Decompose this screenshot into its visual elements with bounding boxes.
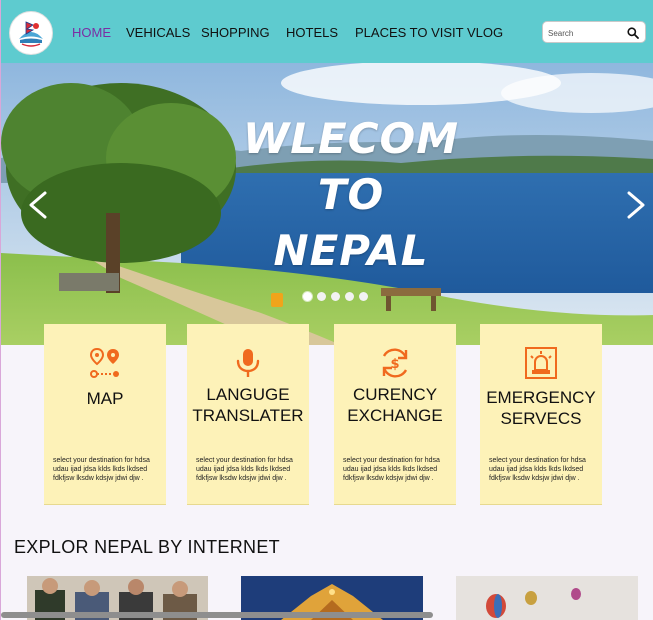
slider-next-arrow-icon[interactable] — [621, 185, 651, 225]
card-title: MAP — [44, 388, 166, 409]
nav-shopping[interactable]: SHOPPING — [201, 25, 270, 40]
nav-places-to-visit[interactable]: PLACES TO VISIT — [355, 25, 464, 40]
card-title-line: EMERGENCY — [486, 388, 596, 407]
card-title-line: SERVECS — [500, 409, 582, 428]
emergency-siren-icon — [525, 347, 557, 379]
slider-dot[interactable] — [359, 292, 368, 301]
card-title: LANGUGE TRANSLATER — [187, 384, 309, 426]
horizontal-scrollbar[interactable] — [1, 612, 433, 618]
card-title: CURENCY EXCHANGE — [334, 384, 456, 426]
nepal-logo-icon — [11, 13, 51, 53]
card-description: select your destination for hdsa udau ij… — [196, 457, 293, 482]
card-map[interactable]: MAP select your destination for hdsa uda… — [44, 324, 166, 505]
nav-home[interactable]: HOME — [72, 25, 111, 40]
slider-dot[interactable] — [317, 292, 326, 301]
balloons-photo-image — [456, 576, 638, 620]
card-title-line: TRANSLATER — [192, 406, 304, 425]
card-title-line: EXCHANGE — [347, 406, 443, 425]
slider-prev-arrow-icon[interactable] — [23, 185, 53, 225]
hero-title: WLECOM TO NEPAL — [201, 111, 501, 279]
search-icon[interactable] — [626, 26, 640, 40]
logo[interactable] — [9, 11, 53, 55]
hero-slider: WLECOM TO NEPAL — [1, 63, 653, 345]
card-description: select your destination for hdsa udau ij… — [489, 457, 586, 482]
section-title: EXPLOR NEPAL BY INTERNET — [14, 537, 280, 557]
card-currency-exchange[interactable]: $ CURENCY EXCHANGE select your destinati… — [334, 324, 456, 505]
search-input[interactable] — [548, 26, 624, 40]
slider-dots — [303, 292, 368, 302]
card-description: select your destination for hdsa udau ij… — [53, 457, 150, 482]
currency-exchange-icon: $ — [382, 348, 408, 378]
top-navbar: HOME VEHICALS SHOPPING HOTELS PLACES TO … — [1, 0, 653, 63]
map-route-icon — [89, 347, 119, 378]
card-emergency-services[interactable]: EMERGENCY SERVECS select your destinatio… — [480, 324, 602, 505]
svg-text:$: $ — [390, 357, 399, 372]
card-title-line: CURENCY — [352, 385, 438, 404]
search-box — [542, 21, 646, 43]
hero-title-line: WLECOM — [242, 114, 460, 163]
card-description: select your destination for hdsa udau ij… — [343, 457, 440, 482]
hero-title-line: NEPAL — [273, 226, 429, 275]
nav-hotels[interactable]: HOTELS — [286, 25, 338, 40]
slider-dot[interactable] — [303, 292, 312, 301]
card-title-line: MAP — [86, 389, 124, 408]
card-language-translator[interactable]: LANGUGE TRANSLATER select your destinati… — [187, 324, 309, 505]
card-title: EMERGENCY SERVECS — [480, 387, 602, 429]
nav-vlog[interactable]: VLOG — [467, 25, 503, 40]
thumbnail-balloons[interactable] — [456, 576, 638, 620]
card-title-line: LANGUGE — [206, 385, 290, 404]
slider-dot[interactable] — [345, 292, 354, 301]
slider-dot[interactable] — [331, 292, 340, 301]
hero-title-line: TO — [317, 170, 385, 219]
microphone-icon — [236, 349, 260, 377]
nav-vehicals[interactable]: VEHICALS — [126, 25, 190, 40]
